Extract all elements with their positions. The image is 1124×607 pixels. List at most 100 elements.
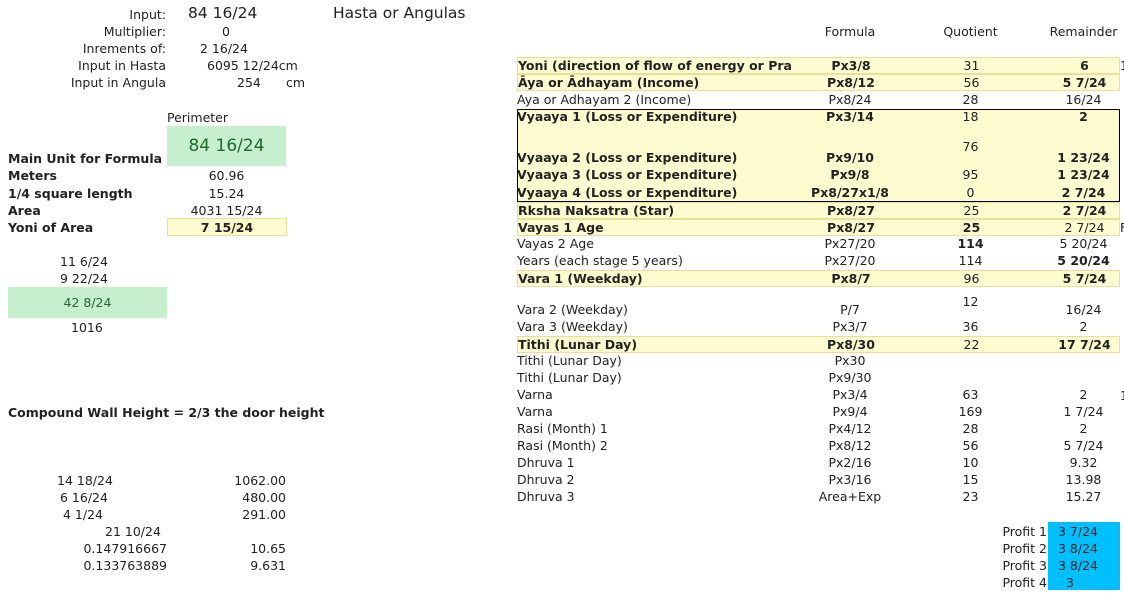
input-label: Input: — [129, 7, 166, 22]
row-formula: Px9/30 — [828, 370, 872, 385]
row-formula: Px27/20 — [824, 253, 876, 268]
input-value[interactable]: 84 16/24 — [188, 3, 257, 23]
wall-height-label: Compound Wall Height = 2/3 the door heig… — [8, 405, 325, 420]
row-formula: Px30 — [834, 353, 866, 368]
meters-value: 60.96 — [208, 168, 245, 183]
row-formula: Px8/27 — [827, 220, 875, 235]
angula-unit: cm — [286, 75, 306, 90]
row-remainder: 5 20/24 — [1059, 236, 1108, 251]
row-label: Vayas 1 Age — [518, 220, 604, 235]
row-formula: Px4/12 — [828, 421, 872, 436]
page-heading: Hasta or Angulas — [333, 4, 466, 22]
row-remainder: 5 7/24 — [1063, 438, 1104, 453]
table-row: Yoni (direction of flow of energy or Pra… — [517, 57, 1120, 74]
table-row: Vyaaya 1 (Loss or Expenditure) Px3/14 18… — [517, 109, 1120, 126]
row-formula: P/7 — [840, 302, 860, 317]
profit-label: Profit 4 — [1002, 575, 1047, 590]
row-label: Vara 1 (Weekday) — [518, 271, 643, 286]
table-row: Tithi (Lunar Day) Px9/30 — [517, 370, 1120, 387]
clipped-cell: 1 — [1120, 58, 1124, 73]
row-formula: Px8/27 — [827, 203, 875, 218]
row-formula: Px8/30 — [827, 337, 875, 352]
row-remainder: 6 — [1080, 58, 1089, 73]
increments-value[interactable]: 2 16/24 — [200, 40, 248, 57]
value-cell: 14 18/24 — [57, 473, 113, 488]
row-quotient: 114 — [957, 236, 984, 251]
table-row: Varna Px3/4 63 2 — [517, 387, 1120, 404]
row-quotient: 22 — [963, 337, 980, 352]
perimeter-label: Perimeter — [167, 110, 228, 125]
value-cell: 21 10/24 — [105, 524, 161, 539]
row-formula: Area+Exp — [818, 489, 882, 504]
row-quotient: 18 — [962, 109, 979, 124]
row-formula: Px3/14 — [826, 109, 874, 124]
table-row: Rksha Naksatra (Star) Px8/27 25 2 7/24 — [517, 202, 1120, 219]
profit-value: 3 8/24 — [1058, 541, 1098, 556]
angula-value: 254 — [237, 75, 261, 90]
row-label: Āya or Ādhayam (Income) — [518, 75, 700, 90]
row-formula: Px9/8 — [830, 167, 870, 182]
row-remainder: 2 — [1079, 387, 1088, 402]
table-row: Aya or Adhayam 2 (Income) Px8/24 28 16/2… — [517, 92, 1120, 109]
row-formula: Px8/7 — [831, 271, 871, 286]
column-header-quotient: Quotient — [943, 24, 998, 39]
row-quotient: 15 — [962, 472, 979, 487]
clipped-cell: F — [1120, 220, 1124, 235]
row-label: Vyaaya 3 (Loss or Expenditure) — [517, 167, 738, 182]
row-formula: Px2/16 — [828, 455, 872, 470]
value-cell: 0.133763889 — [83, 558, 167, 573]
multiplier-label: Multiplier: — [103, 24, 166, 39]
row-formula: Px3/7 — [832, 319, 868, 334]
row-quotient: 23 — [962, 489, 979, 504]
profit-label: Profit 2 — [1002, 541, 1047, 556]
row-remainder: 17 7/24 — [1058, 337, 1111, 352]
row-formula: Px3/8 — [831, 58, 871, 73]
row-remainder: 1 7/24 — [1063, 404, 1104, 419]
row-remainder: 9.32 — [1069, 455, 1098, 470]
row-label: Dhruva 1 — [517, 455, 575, 470]
row-formula: Px8/27x1/8 — [811, 185, 889, 200]
row-label: Dhruva 3 — [517, 489, 575, 504]
multiplier-value[interactable]: 0 — [222, 23, 230, 40]
row-quotient: 28 — [962, 92, 979, 107]
table-row: Vara 3 (Weekday) Px3/7 36 2 — [517, 319, 1120, 336]
row-remainder: 16/24 — [1065, 92, 1102, 107]
table-row: Dhruva 1 Px2/16 10 9.32 — [517, 455, 1120, 472]
row-quotient: 63 — [962, 387, 979, 402]
row-label: Aya or Adhayam 2 (Income) — [517, 92, 692, 107]
row-label: Vyaaya 2 (Loss or Expenditure) — [517, 150, 738, 165]
row-quotient: 56 — [963, 75, 980, 90]
row-formula: Px9/10 — [826, 150, 874, 165]
row-remainder: 5 7/24 — [1062, 75, 1107, 90]
table-row: Rasi (Month) 2 Px8/12 56 5 7/24 — [517, 438, 1120, 455]
value-cell: 0.147916667 — [83, 541, 167, 556]
row-label: Tithi (Lunar Day) — [518, 337, 638, 352]
quarter-length-label: 1/4 square length — [8, 186, 133, 201]
row-label: Dhruva 2 — [517, 472, 575, 487]
profit-label: Profit 1 — [1002, 524, 1047, 539]
row-quotient: 10 — [962, 455, 979, 470]
row-label: Years (each stage 5 years) — [517, 253, 683, 268]
row-remainder: 2 7/24 — [1064, 220, 1105, 235]
table-row: Tithi (Lunar Day) Px30 — [517, 353, 1120, 370]
table-row: Tithi (Lunar Day) Px8/30 22 17 7/24 — [517, 336, 1120, 353]
row-remainder: 5 20/24 — [1057, 253, 1110, 268]
profit-value: 3 7/24 — [1058, 524, 1098, 539]
table-row: Vayas 1 Age Px8/27 25 2 7/24 — [517, 219, 1120, 236]
row-label: Rksha Naksatra (Star) — [518, 203, 675, 218]
table-row: Vyaaya 3 (Loss or Expenditure) Px9/8 95 … — [517, 167, 1120, 184]
row-label: Tithi (Lunar Day) — [517, 353, 622, 368]
row-formula: Px3/4 — [832, 387, 868, 402]
profit-value: 3 8/24 — [1058, 558, 1098, 573]
area-value: 4031 15/24 — [190, 203, 263, 218]
value-cell: 1016 — [71, 320, 103, 335]
hasta-label: Input in Hasta — [78, 58, 166, 73]
clipped-cell: 1 — [1120, 388, 1124, 403]
row-quotient: 31 — [963, 58, 980, 73]
row-label: Varna — [517, 404, 553, 419]
table-row: Years (each stage 5 years) Px27/20 114 5… — [517, 253, 1120, 270]
value-cell: 1062.00 — [234, 473, 286, 488]
yoni-area-label: Yoni of Area — [8, 220, 94, 235]
row-quotient: 25 — [963, 203, 980, 218]
value-cell: 10.65 — [250, 541, 286, 556]
